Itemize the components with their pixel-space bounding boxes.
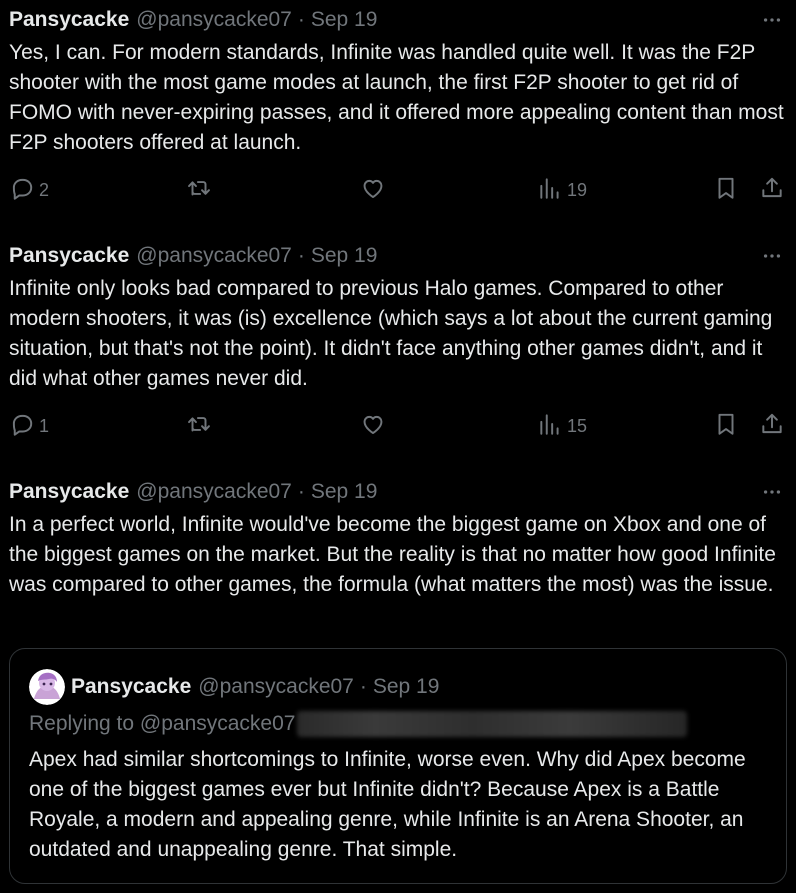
like-icon: [360, 411, 386, 442]
tweet-text: In a perfect world, Infinite would've be…: [9, 513, 776, 596]
quoted-tweet[interactable]: Pansycacke @pansycacke07 · Sep 19 Replyi…: [9, 648, 787, 884]
quoted-author-name[interactable]: Pansycacke: [71, 675, 191, 699]
quoted-tweet-text: Apex had similar shortcomings to Infinit…: [29, 748, 746, 861]
retweet-icon: [186, 411, 212, 442]
share-button[interactable]: [759, 411, 785, 441]
retweet-button[interactable]: [186, 411, 212, 441]
bookmark-button[interactable]: [713, 175, 739, 205]
retweet-button[interactable]: [186, 175, 212, 205]
views-button[interactable]: 15: [537, 411, 587, 441]
reply-icon: [9, 411, 35, 442]
separator: ·: [297, 8, 305, 31]
more-icon[interactable]: [760, 480, 784, 504]
reply-button[interactable]: 2: [9, 175, 49, 205]
tweet-actions: 1 15: [0, 411, 796, 441]
tweet-header: Pansycacke @pansycacke07 · Sep 19: [9, 8, 377, 32]
share-icon: [759, 175, 785, 206]
like-button[interactable]: [360, 175, 386, 205]
retweet-icon: [186, 175, 212, 206]
quoted-tweet-header: Pansycacke @pansycacke07 · Sep 19: [29, 669, 439, 705]
tweet-date[interactable]: Sep 19: [311, 480, 378, 504]
more-icon[interactable]: [760, 244, 784, 268]
tweet-text: Yes, I can. For modern standards, Infini…: [9, 41, 784, 154]
views-count: 15: [567, 415, 588, 436]
more-icon[interactable]: [760, 8, 784, 32]
bookmark-button[interactable]: [713, 411, 739, 441]
author-name[interactable]: Pansycacke: [9, 8, 129, 32]
tweet-date[interactable]: Sep 19: [311, 244, 378, 268]
tweet-date[interactable]: Sep 19: [311, 8, 378, 32]
replying-to: Replying to @pansycacke07: [29, 709, 688, 739]
share-icon: [759, 411, 785, 442]
reply-count: 1: [39, 415, 50, 436]
quoted-tweet-date[interactable]: Sep 19: [373, 675, 440, 699]
tweet-text: Infinite only looks bad compared to prev…: [9, 277, 773, 390]
like-icon: [360, 175, 386, 206]
reply-count: 2: [39, 179, 50, 200]
bookmark-icon: [713, 411, 739, 442]
like-button[interactable]: [360, 411, 386, 441]
author-handle[interactable]: @pansycacke07: [136, 244, 292, 268]
separator: ·: [359, 675, 367, 698]
replying-to-text[interactable]: Replying to @pansycacke07: [29, 712, 295, 735]
redacted-blur: [297, 711, 688, 738]
reply-icon: [9, 175, 35, 206]
views-icon: [537, 411, 563, 442]
separator: ·: [297, 244, 305, 267]
author-handle[interactable]: @pansycacke07: [136, 8, 292, 32]
tweet-2[interactable]: Pansycacke @pansycacke07 · Sep 19 Infini…: [0, 236, 796, 466]
reply-button[interactable]: 1: [9, 411, 49, 441]
separator: ·: [297, 480, 305, 503]
views-icon: [537, 175, 563, 206]
views-count: 19: [567, 179, 588, 200]
avatar[interactable]: [29, 669, 65, 705]
tweet-header: Pansycacke @pansycacke07 · Sep 19: [9, 480, 377, 504]
tweet-header: Pansycacke @pansycacke07 · Sep 19: [9, 244, 377, 268]
tweet-1[interactable]: Pansycacke @pansycacke07 · Sep 19 Yes, I…: [0, 0, 796, 230]
bookmark-icon: [713, 175, 739, 206]
tweet-actions: 2 19: [0, 175, 796, 205]
views-button[interactable]: 19: [537, 175, 587, 205]
author-name[interactable]: Pansycacke: [9, 480, 129, 504]
author-handle[interactable]: @pansycacke07: [136, 480, 292, 504]
share-button[interactable]: [759, 175, 785, 205]
quoted-author-handle[interactable]: @pansycacke07: [198, 675, 354, 699]
author-name[interactable]: Pansycacke: [9, 244, 129, 268]
